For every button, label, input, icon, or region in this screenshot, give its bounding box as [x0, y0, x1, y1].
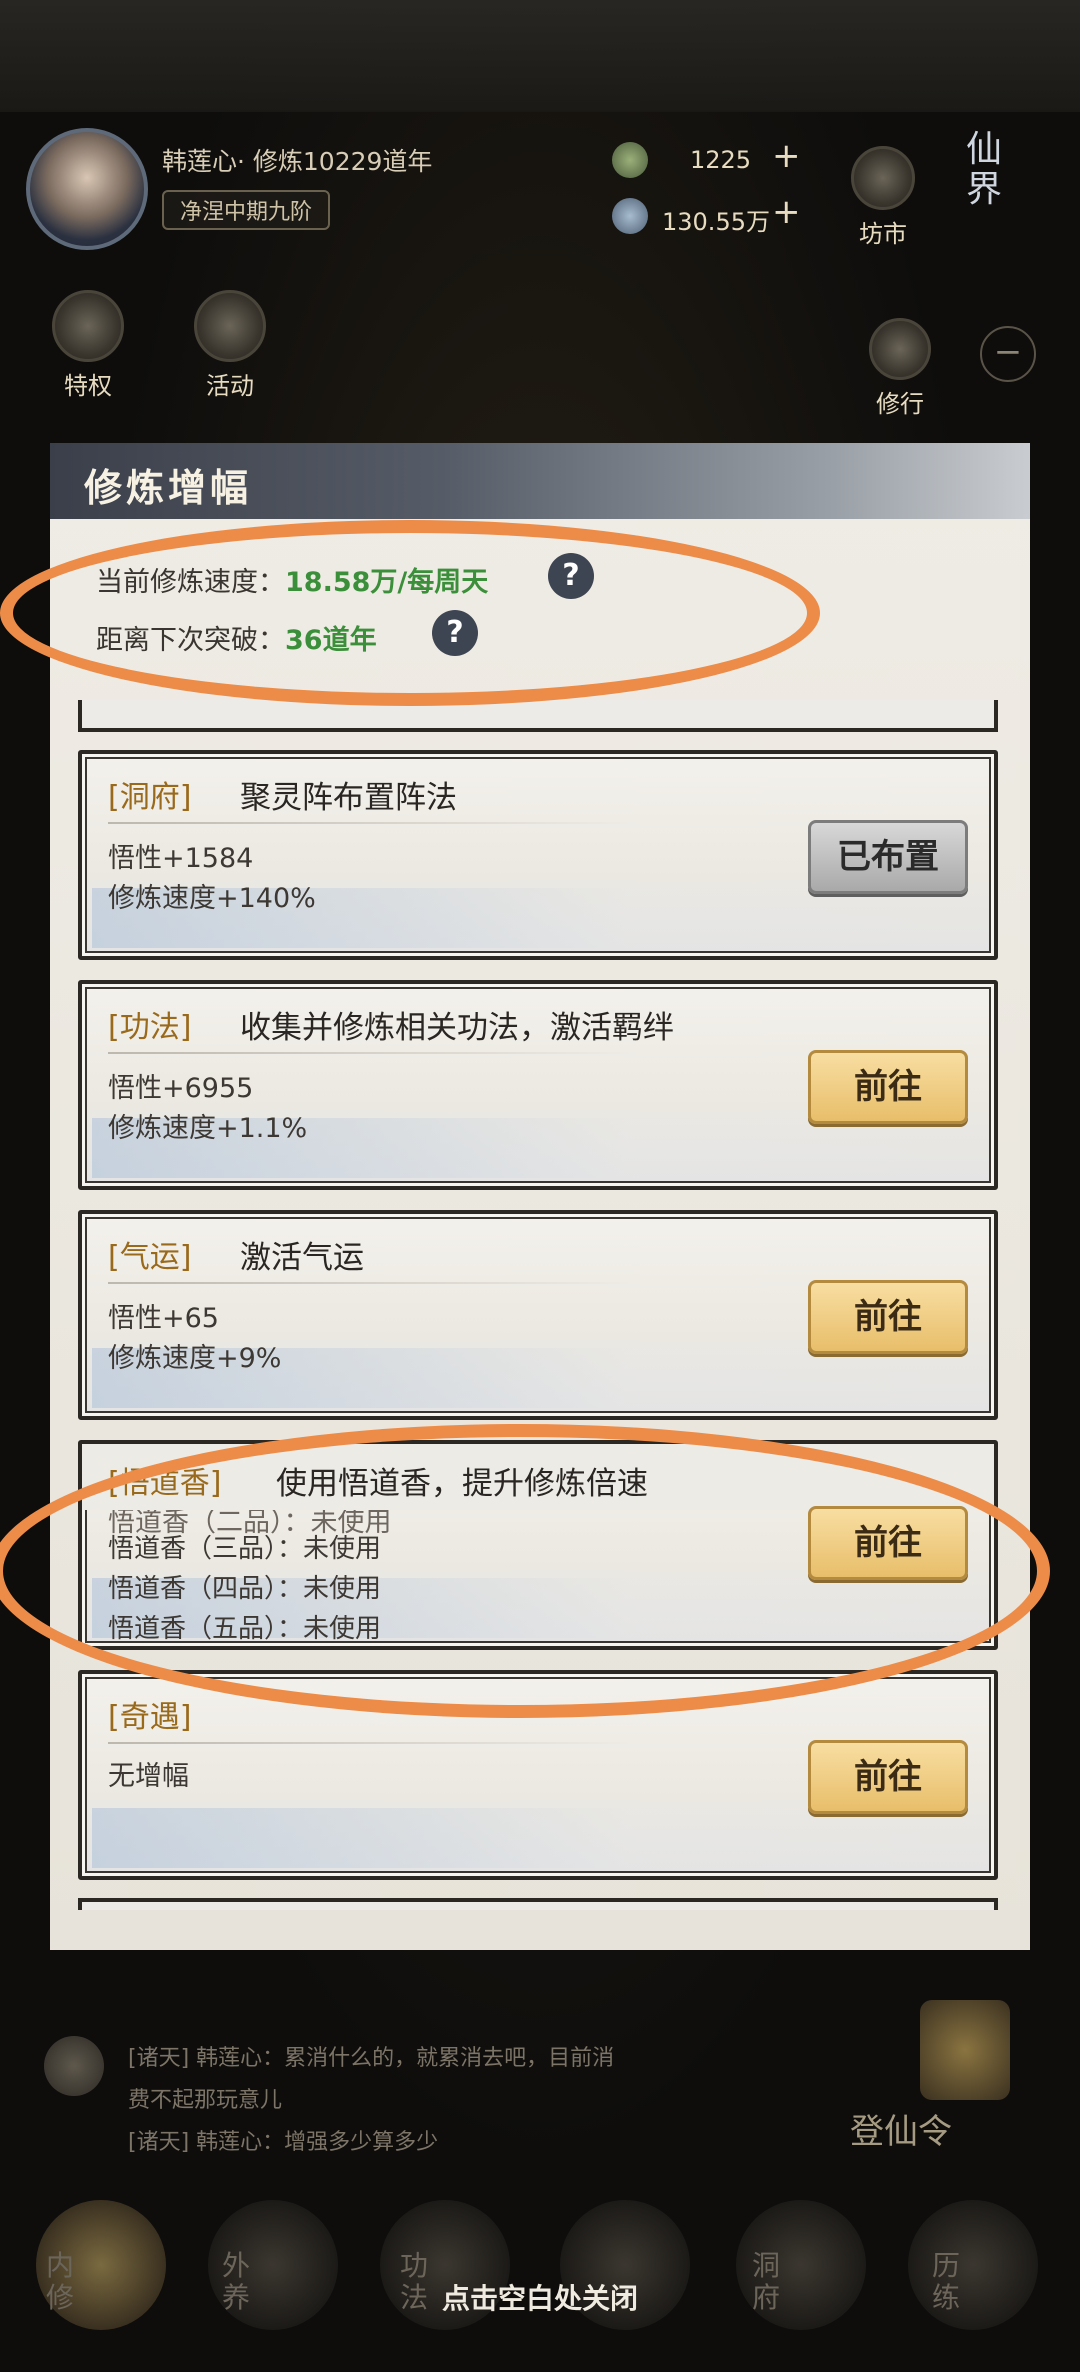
- card-line: 修炼速度+9%: [108, 1343, 282, 1374]
- add-currency-2-button[interactable]: +: [772, 192, 801, 232]
- activity-label: 活动: [206, 372, 254, 400]
- card-tag: [洞府]: [108, 780, 192, 815]
- goto-button[interactable]: 前往: [808, 1280, 968, 1354]
- chat-icon[interactable]: [44, 2036, 104, 2096]
- card-divider: [108, 822, 634, 824]
- panel-title: 修炼增幅: [84, 465, 253, 510]
- activity-button[interactable]: 活动: [182, 290, 278, 401]
- activity-icon: [194, 290, 266, 362]
- privilege-icon: [52, 290, 124, 362]
- goto-button[interactable]: 前往: [808, 1740, 968, 1814]
- card-divider: [108, 1282, 634, 1284]
- realm-world-badge[interactable]: 仙界: [966, 130, 1006, 210]
- chat-line: [诸天] 韩莲心：增强多少算多少: [128, 2130, 439, 2155]
- card-line: 修炼速度+1.1%: [108, 1113, 308, 1144]
- status-band: [0, 0, 1080, 112]
- annotation-oval-top: [0, 520, 820, 706]
- collapse-button[interactable]: −: [980, 326, 1036, 382]
- deployed-button[interactable]: 已布置: [808, 820, 968, 894]
- chat-line: [诸天] 韩莲心：累消什么的，就累消去吧，目前消: [128, 2046, 615, 2071]
- practice-icon: [869, 318, 931, 380]
- privilege-label: 特权: [64, 372, 112, 400]
- practice-label: 修行: [876, 390, 924, 418]
- market-icon: [851, 146, 915, 210]
- realm-badge: 净涅中期九阶: [162, 190, 331, 230]
- boost-list[interactable]: [洞府] 聚灵阵布置阵法 悟性+1584 修炼速度+140% 已布置 [功法] …: [70, 700, 1005, 1910]
- market-button[interactable]: 坊市: [840, 146, 926, 249]
- card-line: 悟性+6955: [108, 1073, 254, 1104]
- chat-line: 费不起那玩意儿: [128, 2088, 283, 2113]
- practice-button[interactable]: 修行: [852, 318, 948, 419]
- card-tag: [功法]: [108, 1010, 192, 1045]
- card-tag: [奇遇]: [108, 1700, 192, 1735]
- card-line: 悟性+65: [108, 1303, 219, 1334]
- currency-2-value: 130.55万: [662, 208, 770, 236]
- card-partial-top: [78, 700, 998, 732]
- card-title: 聚灵阵布置阵法: [240, 780, 457, 816]
- card-divider: [108, 1742, 634, 1744]
- card-qiyun: [气运] 激活气运 悟性+65 修炼速度+9% 前往: [78, 1210, 998, 1420]
- close-hint[interactable]: 点击空白处关闭: [0, 2277, 1080, 2317]
- card-partial-bottom: [78, 1898, 998, 1910]
- panel-title-bar: 修炼增幅: [50, 443, 1030, 519]
- currency-1-value: 1225: [690, 146, 752, 174]
- dengxian-label[interactable]: 登仙令: [850, 2104, 952, 2153]
- card-tag: [气运]: [108, 1240, 192, 1275]
- player-name: 韩莲心· 修炼10229道年: [162, 147, 433, 176]
- card-line: 悟性+1584: [108, 843, 254, 874]
- card-divider: [108, 1052, 634, 1054]
- annotation-oval-bottom: [0, 1424, 1050, 1718]
- card-line: 无增幅: [108, 1761, 189, 1792]
- avatar[interactable]: [26, 128, 148, 250]
- crystal-icon: [612, 198, 648, 234]
- card-title: 收集并修炼相关功法，激活羁绊: [240, 1010, 674, 1046]
- card-gongfa: [功法] 收集并修炼相关功法，激活羁绊 悟性+6955 修炼速度+1.1% 前往: [78, 980, 998, 1190]
- card-dongfu: [洞府] 聚灵阵布置阵法 悟性+1584 修炼速度+140% 已布置: [78, 750, 998, 960]
- spirit-stone-icon: [612, 142, 648, 178]
- add-currency-1-button[interactable]: +: [772, 136, 801, 176]
- card-line: 修炼速度+140%: [108, 883, 316, 914]
- market-label: 坊市: [859, 220, 907, 248]
- dengxian-icon[interactable]: [920, 2000, 1010, 2100]
- goto-button[interactable]: 前往: [808, 1050, 968, 1124]
- privilege-button[interactable]: 特权: [40, 290, 136, 401]
- card-wash: [92, 1808, 984, 1868]
- card-title: 激活气运: [240, 1240, 364, 1276]
